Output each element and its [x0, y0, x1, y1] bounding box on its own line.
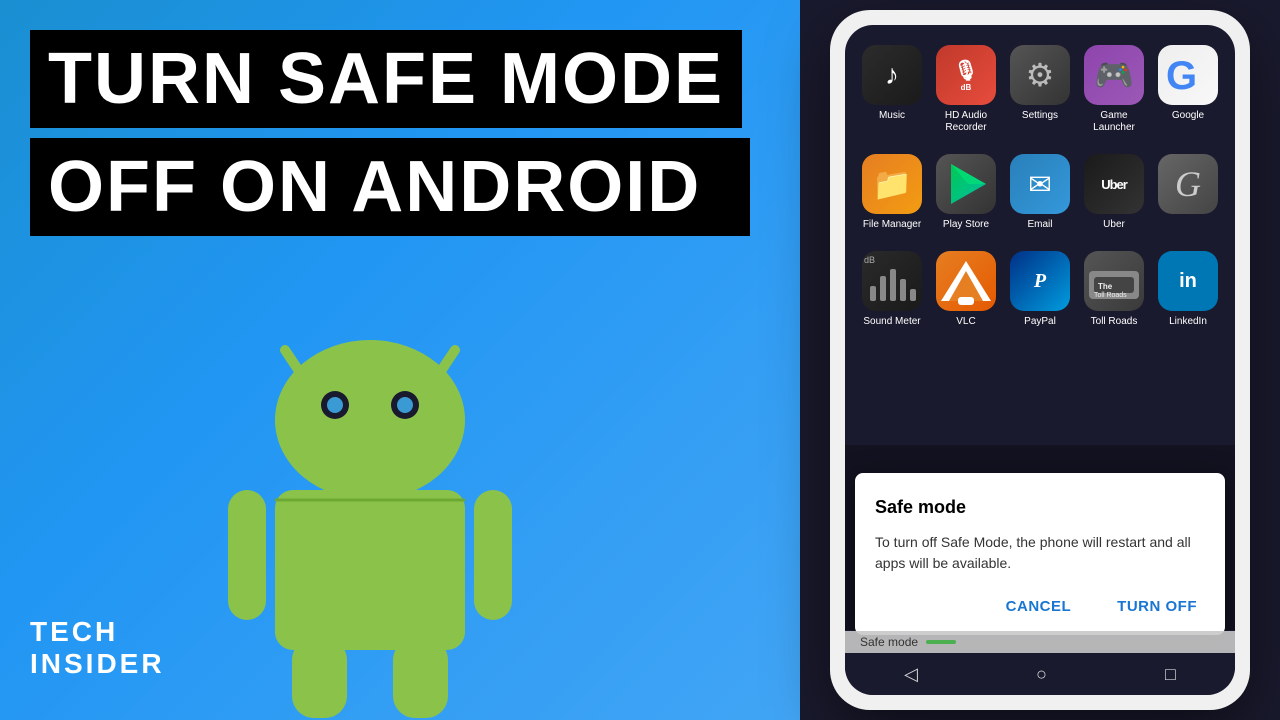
- paypal-icon: P: [1010, 251, 1070, 311]
- brand-insider: INSIDER: [30, 648, 165, 680]
- safe-mode-bar: Safe mode: [845, 631, 1235, 653]
- recent-button[interactable]: □: [1165, 664, 1176, 685]
- vlc-icon: [936, 251, 996, 311]
- app-uber[interactable]: Uber Uber: [1082, 154, 1146, 231]
- app-game-launcher[interactable]: 🎮 Game Launcher: [1082, 45, 1146, 134]
- safe-mode-text: Safe mode: [860, 635, 918, 649]
- app-linkedin[interactable]: in LinkedIn: [1156, 251, 1220, 328]
- dialog-buttons: Cancel Turn off: [875, 594, 1205, 619]
- safe-mode-indicator: [926, 640, 956, 644]
- app-vlc[interactable]: VLC: [934, 251, 998, 328]
- file-manager-icon: 📁: [862, 154, 922, 214]
- app-email[interactable]: ✉ Email: [1008, 154, 1072, 231]
- svg-text:Toll Roads: Toll Roads: [1094, 292, 1127, 299]
- app-vlc-label: VLC: [956, 316, 975, 328]
- turn-off-button[interactable]: Turn off: [1109, 594, 1205, 619]
- play-store-icon: [936, 154, 996, 214]
- app-hd-audio[interactable]: 🎙 dB HD Audio Recorder: [934, 45, 998, 134]
- dialog-title: Safe mode: [875, 497, 1205, 518]
- uber-icon: Uber: [1084, 154, 1144, 214]
- dialog-message: To turn off Safe Mode, the phone will re…: [875, 532, 1205, 574]
- toll-roads-icon: The Toll Roads: [1084, 251, 1144, 311]
- app-hd-audio-label: HD Audio Recorder: [934, 110, 998, 134]
- app-settings-label: Settings: [1022, 110, 1058, 122]
- svg-text:The: The: [1098, 282, 1113, 291]
- app-game-label: Game Launcher: [1082, 110, 1146, 134]
- app-music[interactable]: ♪ Music: [860, 45, 924, 134]
- left-panel: TURN SAFE MODE OFF ON ANDROID: [0, 0, 800, 720]
- svg-text:G: G: [1166, 54, 1197, 98]
- back-button[interactable]: ◁: [904, 664, 918, 685]
- brand-container: TECH INSIDER: [30, 616, 165, 680]
- safe-mode-dialog: Safe mode To turn off Safe Mode, the pho…: [855, 473, 1225, 635]
- settings-icon: ⚙: [1010, 45, 1070, 105]
- google-icon: G: [1158, 45, 1218, 105]
- app-toll-roads[interactable]: The Toll Roads Toll Roads: [1082, 251, 1146, 328]
- app-grid: ♪ Music 🎙 dB HD Audio Recorder ⚙ Setting…: [845, 25, 1235, 338]
- app-google[interactable]: G Google: [1156, 45, 1220, 134]
- app-email-label: Email: [1027, 219, 1052, 231]
- hd-audio-icon: 🎙 dB: [936, 45, 996, 105]
- linkedin-icon: in: [1158, 251, 1218, 311]
- game-icon: 🎮: [1084, 45, 1144, 105]
- right-panel: ♪ Music 🎙 dB HD Audio Recorder ⚙ Setting…: [800, 0, 1280, 720]
- app-file-label: File Manager: [863, 219, 921, 231]
- title-text-line1: TURN SAFE MODE: [48, 39, 724, 119]
- app-file-manager[interactable]: 📁 File Manager: [860, 154, 924, 231]
- app-settings[interactable]: ⚙ Settings: [1008, 45, 1072, 134]
- app-uber-label: Uber: [1103, 219, 1125, 231]
- title-container: TURN SAFE MODE OFF ON ANDROID: [30, 30, 750, 236]
- sound-meter-icon: dB: [862, 251, 922, 311]
- app-sound-meter[interactable]: dB Sound Meter: [860, 251, 924, 328]
- title-line2: OFF ON ANDROID: [30, 138, 750, 236]
- app-linkedin-label: LinkedIn: [1169, 316, 1207, 328]
- app-g-gray[interactable]: G: [1156, 154, 1220, 231]
- music-icon: ♪: [862, 45, 922, 105]
- g-gray-icon: G: [1158, 154, 1218, 214]
- cancel-button[interactable]: Cancel: [998, 594, 1080, 619]
- nav-bar: ◁ ○ □: [845, 653, 1235, 695]
- svg-text:dB: dB: [864, 255, 875, 265]
- android-robot: [170, 290, 570, 720]
- brand-tech: TECH: [30, 616, 165, 648]
- app-google-label: Google: [1172, 110, 1204, 122]
- phone-screen: ♪ Music 🎙 dB HD Audio Recorder ⚙ Setting…: [845, 25, 1235, 695]
- app-paypal[interactable]: P PayPal: [1008, 251, 1072, 328]
- title-line1: TURN SAFE MODE: [30, 30, 742, 128]
- email-icon: ✉: [1010, 154, 1070, 214]
- app-play-store[interactable]: Play Store: [934, 154, 998, 231]
- app-music-label: Music: [879, 110, 905, 122]
- home-button[interactable]: ○: [1036, 664, 1047, 685]
- app-sound-meter-label: Sound Meter: [863, 316, 920, 328]
- title-text-line2: OFF ON ANDROID: [48, 147, 701, 227]
- app-toll-roads-label: Toll Roads: [1091, 316, 1138, 328]
- phone-frame: ♪ Music 🎙 dB HD Audio Recorder ⚙ Setting…: [830, 10, 1250, 710]
- app-play-store-label: Play Store: [943, 219, 989, 231]
- app-paypal-label: PayPal: [1024, 316, 1056, 328]
